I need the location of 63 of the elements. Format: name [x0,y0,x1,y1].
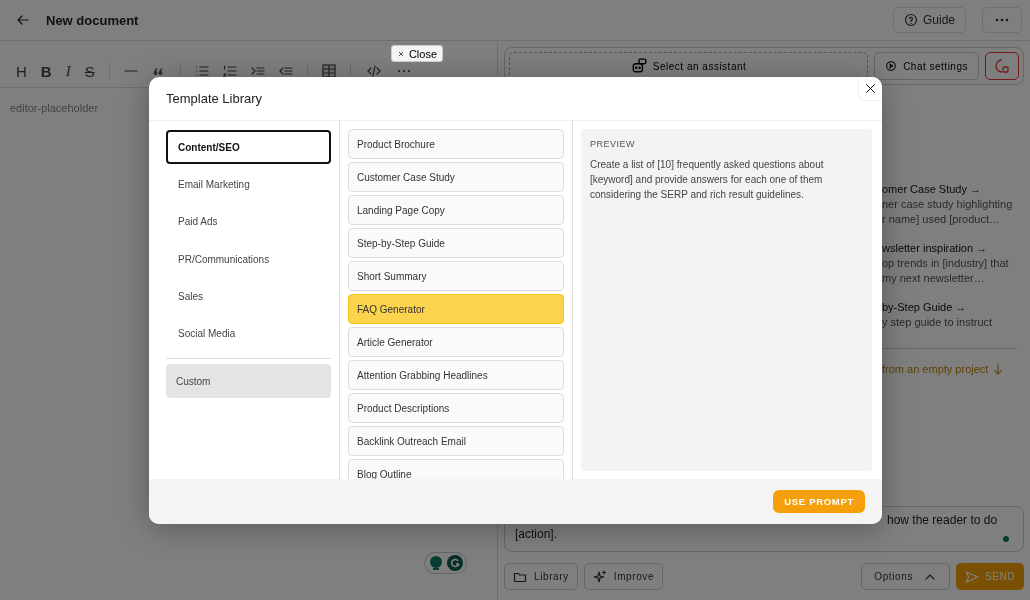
suggestion-description: r name] used [product… [882,213,1001,225]
indent-icon [250,67,265,75]
select-assistant-button[interactable]: Select an assistant [509,52,869,80]
template-item[interactable]: Backlink Outreach Email [348,426,564,456]
suggestion-description: y step guide to instruct [882,316,994,328]
send-icon [964,569,979,584]
help-icon [903,13,918,27]
improve-button[interactable]: Improve [583,563,664,590]
category-item[interactable]: PR/Communications [166,242,331,277]
sparkle-icon [592,569,607,584]
suggestion-description: ner case study highlighting [882,198,1014,210]
numbered-list-icon [222,64,237,78]
preview-label: PREVIEW [590,139,636,149]
template-item[interactable]: Product Brochure [348,129,564,159]
close-button[interactable] [858,77,882,101]
template-item[interactable]: Attention Grabbing Headlines [348,360,564,390]
chat-lock-icon [994,58,1010,74]
play-circle-icon [885,60,898,72]
dialog-title: Template Library [166,91,263,106]
bullet-list-icon [194,64,209,78]
chat-lock-button[interactable] [985,52,1019,80]
close-icon [865,83,876,94]
template-item[interactable]: FAQ Generator [348,294,564,324]
format-button[interactable]: I [65,62,71,80]
format-button[interactable]: B [40,62,52,80]
back-arrow-icon [16,13,30,27]
more-icon [995,18,1009,22]
document-title: New document [46,12,140,28]
preview-text: Create a list of [10] frequently asked questions about [keyword] and provide answers for each one of them considering the SERP and rich result guidelines. [590,158,825,202]
category-item[interactable]: Social Media [166,316,331,351]
g-logo-icon [447,555,463,571]
suggestion-description: op trends in [industry] that [882,257,1010,269]
custom-category-item[interactable]: Custom [166,364,331,399]
template-item[interactable]: Landing Page Copy [348,195,564,225]
template-item[interactable]: Step-by-Step Guide [348,228,564,258]
outdent-icon [278,67,293,75]
template-item[interactable]: Customer Case Study [348,162,564,192]
robot-icon [630,58,647,74]
suggestion-title[interactable]: wsletter inspiration → [882,242,1024,254]
status-dot [1003,536,1009,542]
library-button[interactable]: Library [504,563,578,590]
chat-settings-button[interactable]: Chat settings [874,52,979,80]
category-item[interactable]: Sales [166,279,331,314]
format-button[interactable]: S [84,62,95,80]
template-item[interactable]: Product Descriptions [348,393,564,423]
category-item[interactable]: Content/SEO [166,130,331,164]
close-icon [396,49,405,58]
category-item[interactable]: Paid Ads [166,204,331,239]
table-icon [321,64,336,78]
down-arrow-icon [992,363,1005,375]
template-item[interactable]: Short Summary [348,261,564,291]
format-button[interactable]: H [16,62,27,80]
close-button[interactable]: Close [390,45,443,62]
category-item[interactable]: Email Marketing [166,167,331,202]
suggestion-description: my next newsletter… [882,272,986,284]
suggestion-title[interactable]: omer Case Study → [882,183,1024,195]
template-item[interactable]: Blog Outline [348,459,564,479]
template-item[interactable]: Article Generator [348,327,564,357]
guide-button[interactable]: Guide [892,7,966,33]
lightbulb-icon [428,555,444,571]
suggestion-title[interactable]: by-Step Guide → [882,301,1024,313]
horizontal-rule-icon [123,70,138,72]
options-button[interactable]: Options [861,563,950,590]
